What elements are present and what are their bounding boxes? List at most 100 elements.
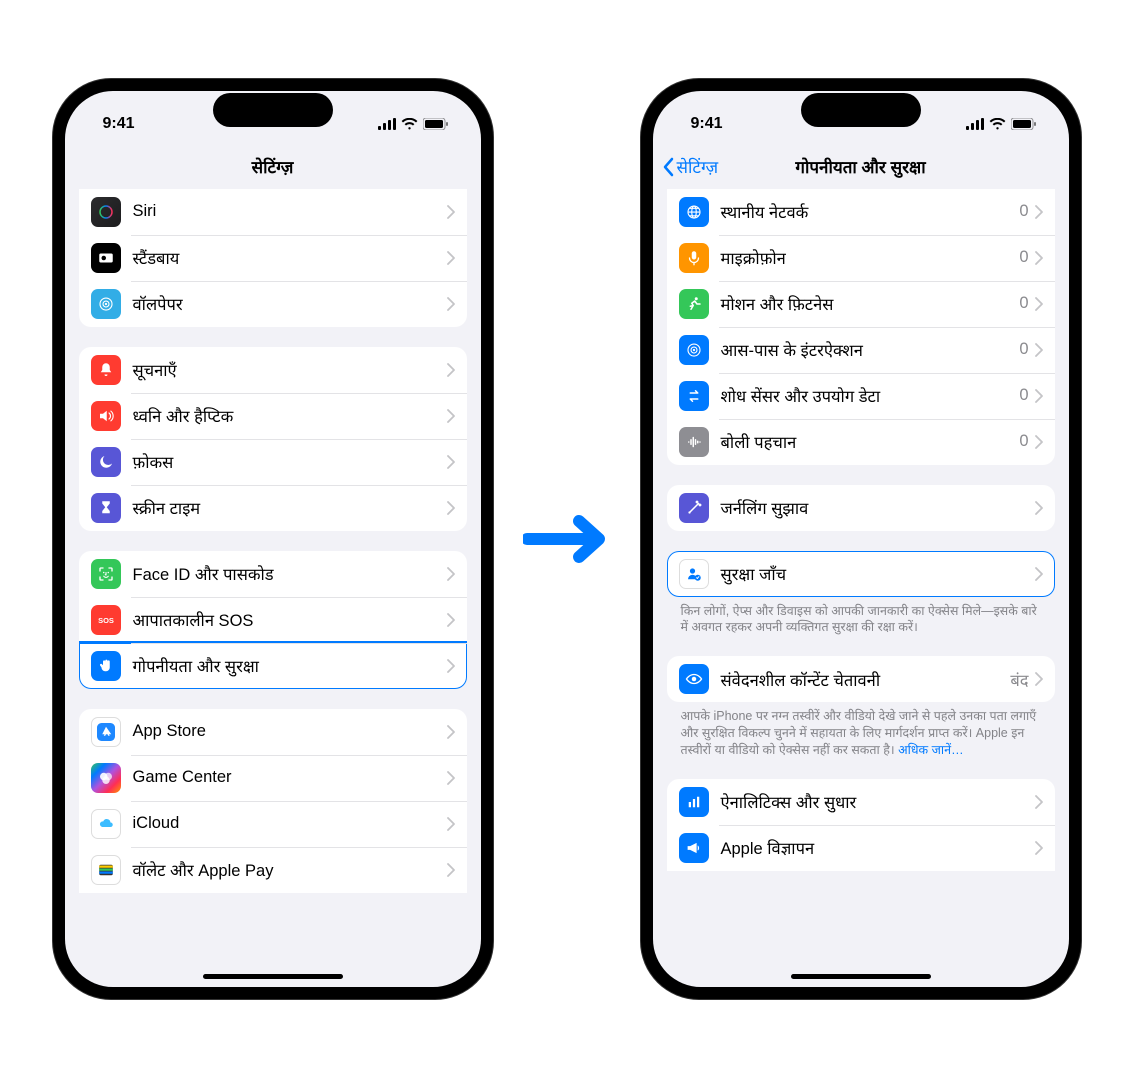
chevron-right-icon: [1035, 501, 1043, 515]
settings-group: ऐनालिटिक्स और सुधारApple विज्ञापन: [667, 779, 1055, 871]
screen-left: 9:41 सेटिंग्ज़ Siri स्टैंडबाय वॉलपेपर सूचना…: [65, 91, 481, 987]
chevron-right-icon: [447, 817, 455, 831]
chevron-right-icon: [1035, 389, 1043, 403]
chevron-right-icon: [447, 455, 455, 469]
settings-row[interactable]: ऐनालिटिक्स और सुधार: [667, 779, 1055, 825]
settings-list[interactable]: Siri स्टैंडबाय वॉलपेपर सूचनाएँध्वनि और हैप्…: [65, 189, 481, 987]
settings-row[interactable]: Game Center: [79, 755, 467, 801]
standby-icon: [91, 243, 121, 273]
phone-right: 9:41 सेटिंग्ज़ गोपनीयता और सुरक्षा स्थान…: [641, 79, 1081, 999]
settings-group: सुरक्षा जाँच: [667, 551, 1055, 597]
chevron-right-icon: [1035, 251, 1043, 265]
settings-group: स्थानीय नेटवर्क0माइक्रोफ़ोन0मोशन और फ़िट…: [667, 189, 1055, 465]
chevron-right-icon: [447, 863, 455, 877]
sos-icon: SOS: [91, 605, 121, 635]
row-label: Face ID और पासकोड: [133, 562, 447, 585]
home-indicator[interactable]: [791, 974, 931, 979]
settings-row[interactable]: सूचनाएँ: [79, 347, 467, 393]
settings-row[interactable]: iCloud: [79, 801, 467, 847]
status-time: 9:41: [691, 115, 723, 133]
chevron-right-icon: [447, 659, 455, 673]
swap-icon: [679, 381, 709, 411]
row-label: संवेदनशील कॉन्टेंट चेतावनी: [721, 668, 1011, 691]
settings-row[interactable]: जर्नलिंग सुझाव: [667, 485, 1055, 531]
privacy-list[interactable]: स्थानीय नेटवर्क0माइक्रोफ़ोन0मोशन और फ़िट…: [653, 189, 1069, 987]
settings-row[interactable]: संवेदनशील कॉन्टेंट चेतावनीबंद: [667, 656, 1055, 702]
notch: [801, 93, 921, 127]
icloud-icon: [91, 809, 121, 839]
arrow-icon: [523, 513, 611, 565]
chevron-right-icon: [1035, 435, 1043, 449]
settings-row[interactable]: सुरक्षा जाँच: [667, 551, 1055, 597]
settings-row[interactable]: App Store: [79, 709, 467, 755]
settings-group: संवेदनशील कॉन्टेंट चेतावनीबंद: [667, 656, 1055, 702]
row-label: App Store: [133, 722, 447, 741]
settings-row[interactable]: Face ID और पासकोड: [79, 551, 467, 597]
row-label: बोली पहचान: [721, 430, 1020, 453]
home-indicator[interactable]: [203, 974, 343, 979]
learn-more-link[interactable]: अधिक जानें…: [898, 743, 964, 757]
row-label: वॉलेट और Apple Pay: [133, 858, 447, 881]
page-title: सेटिंग्ज़: [252, 155, 294, 178]
settings-group: सूचनाएँध्वनि और हैप्टिकफ़ोकसस्क्रीन टाइम: [79, 347, 467, 531]
back-button[interactable]: सेटिंग्ज़: [661, 155, 719, 178]
row-value: 0: [1019, 248, 1028, 267]
chevron-right-icon: [447, 613, 455, 627]
runner-icon: [679, 289, 709, 319]
row-label: वॉलपेपर: [133, 292, 447, 315]
row-label: जर्नलिंग सुझाव: [721, 496, 1035, 519]
chevron-right-icon: [447, 297, 455, 311]
chevron-right-icon: [447, 501, 455, 515]
back-label: सेटिंग्ज़: [677, 155, 719, 178]
faceid-icon: [91, 559, 121, 589]
chevron-left-icon: [661, 157, 675, 177]
chevron-right-icon: [1035, 672, 1043, 686]
row-label: स्टैंडबाय: [133, 246, 447, 269]
settings-row[interactable]: मोशन और फ़िटनेस0: [667, 281, 1055, 327]
chevron-right-icon: [447, 409, 455, 423]
gamecenter-icon: [91, 763, 121, 793]
appstore-icon: [91, 717, 121, 747]
group-footer: आपके iPhone पर नग्न तस्वीरें और वीडियो द…: [667, 702, 1055, 759]
moon-icon: [91, 447, 121, 477]
row-label: गोपनीयता और सुरक्षा: [133, 654, 447, 677]
row-value: बंद: [1010, 668, 1028, 691]
chevron-right-icon: [1035, 841, 1043, 855]
notch: [213, 93, 333, 127]
status-icons: [966, 118, 1037, 130]
hourglass-icon: [91, 493, 121, 523]
settings-row[interactable]: वॉलपेपर: [79, 281, 467, 327]
chart-icon: [679, 787, 709, 817]
settings-row[interactable]: गोपनीयता और सुरक्षा: [79, 643, 467, 689]
settings-row[interactable]: वॉलेट और Apple Pay: [79, 847, 467, 893]
battery-icon: [423, 118, 449, 130]
personcheck-icon: [679, 559, 709, 589]
row-value: 0: [1019, 294, 1028, 313]
settings-row[interactable]: माइक्रोफ़ोन0: [667, 235, 1055, 281]
row-label: माइक्रोफ़ोन: [721, 246, 1020, 269]
settings-row[interactable]: स्क्रीन टाइम: [79, 485, 467, 531]
row-value: 0: [1019, 202, 1028, 221]
wifi-icon: [401, 118, 418, 130]
chevron-right-icon: [447, 251, 455, 265]
row-label: Siri: [133, 202, 447, 221]
settings-row[interactable]: बोली पहचान0: [667, 419, 1055, 465]
hand-icon: [91, 651, 121, 681]
chevron-right-icon: [447, 205, 455, 219]
row-label: मोशन और फ़िटनेस: [721, 292, 1020, 315]
settings-row[interactable]: Siri: [79, 189, 467, 235]
nav-bar: सेटिंग्ज़: [65, 145, 481, 189]
settings-row[interactable]: शोध सेंसर और उपयोग डेटा0: [667, 373, 1055, 419]
chevron-right-icon: [1035, 795, 1043, 809]
status-time: 9:41: [103, 115, 135, 133]
settings-row[interactable]: फ़ोकस: [79, 439, 467, 485]
settings-row[interactable]: ध्वनि और हैप्टिक: [79, 393, 467, 439]
row-value: 0: [1019, 432, 1028, 451]
settings-row[interactable]: Apple विज्ञापन: [667, 825, 1055, 871]
settings-row[interactable]: SOSआपातकालीन SOS: [79, 597, 467, 643]
settings-row[interactable]: स्टैंडबाय: [79, 235, 467, 281]
settings-row[interactable]: स्थानीय नेटवर्क0: [667, 189, 1055, 235]
settings-row[interactable]: आस-पास के इंटरऐक्शन0: [667, 327, 1055, 373]
cellular-icon: [966, 118, 984, 130]
row-label: स्थानीय नेटवर्क: [721, 200, 1020, 223]
